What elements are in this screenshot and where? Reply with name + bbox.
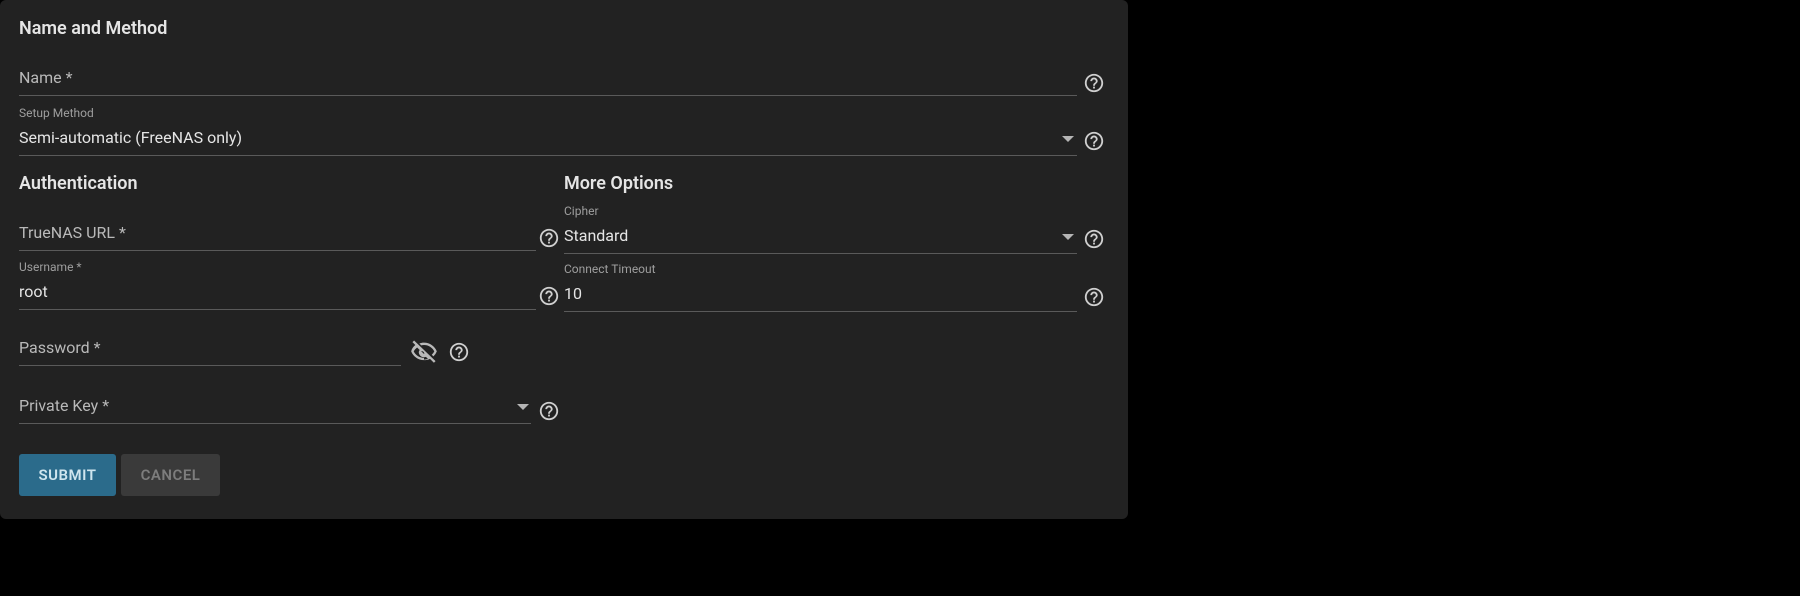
private-key-label: Private Key * bbox=[19, 396, 109, 415]
password-label: Password * bbox=[19, 338, 101, 357]
truenas-url-label: TrueNAS URL * bbox=[19, 223, 126, 242]
username-field[interactable]: Username * root bbox=[19, 276, 536, 310]
connect-timeout-value: 10 bbox=[564, 284, 582, 303]
setup-method-select[interactable]: Setup Method Semi-automatic (FreeNAS onl… bbox=[19, 122, 1077, 156]
underline bbox=[564, 311, 1077, 312]
underline bbox=[19, 309, 536, 310]
connect-timeout-label: Connect Timeout bbox=[564, 262, 656, 276]
underline bbox=[564, 253, 1077, 254]
underline bbox=[19, 365, 401, 366]
username-value: root bbox=[19, 282, 48, 301]
ssh-connection-form: Name and Method Name * Setup Method Semi… bbox=[0, 0, 1128, 519]
chevron-down-icon[interactable] bbox=[1062, 136, 1074, 142]
help-icon[interactable] bbox=[1083, 228, 1105, 250]
cipher-select[interactable]: Cipher Standard bbox=[564, 220, 1077, 254]
underline bbox=[19, 155, 1077, 156]
help-icon[interactable] bbox=[1083, 130, 1105, 152]
truenas-url-field[interactable]: TrueNAS URL * bbox=[19, 217, 536, 251]
setup-method-label: Setup Method bbox=[19, 106, 94, 120]
help-icon[interactable] bbox=[1083, 72, 1105, 94]
section-title-more-options: More Options bbox=[564, 173, 673, 194]
setup-method-value: Semi-automatic (FreeNAS only) bbox=[19, 128, 242, 147]
help-icon[interactable] bbox=[448, 341, 470, 363]
visibility-off-icon[interactable] bbox=[410, 338, 438, 366]
private-key-select[interactable]: Private Key * bbox=[19, 390, 531, 424]
underline bbox=[19, 423, 531, 424]
password-field[interactable]: Password * bbox=[19, 332, 401, 366]
help-icon[interactable] bbox=[1083, 286, 1105, 308]
connect-timeout-field[interactable]: Connect Timeout 10 bbox=[564, 278, 1077, 312]
username-label: Username * bbox=[19, 260, 82, 274]
chevron-down-icon[interactable] bbox=[1062, 234, 1074, 240]
help-icon[interactable] bbox=[538, 285, 560, 307]
cipher-value: Standard bbox=[564, 226, 628, 245]
section-title-authentication: Authentication bbox=[19, 173, 138, 194]
help-icon[interactable] bbox=[538, 400, 560, 422]
underline bbox=[19, 95, 1077, 96]
chevron-down-icon[interactable] bbox=[517, 404, 529, 410]
help-icon[interactable] bbox=[538, 227, 560, 249]
underline bbox=[19, 250, 536, 251]
name-field[interactable]: Name * bbox=[19, 62, 1077, 96]
cancel-button[interactable]: CANCEL bbox=[121, 454, 220, 496]
name-label: Name * bbox=[19, 68, 73, 87]
submit-button[interactable]: SUBMIT bbox=[19, 454, 116, 496]
cipher-label: Cipher bbox=[564, 204, 599, 218]
section-title-name-method: Name and Method bbox=[19, 18, 167, 39]
